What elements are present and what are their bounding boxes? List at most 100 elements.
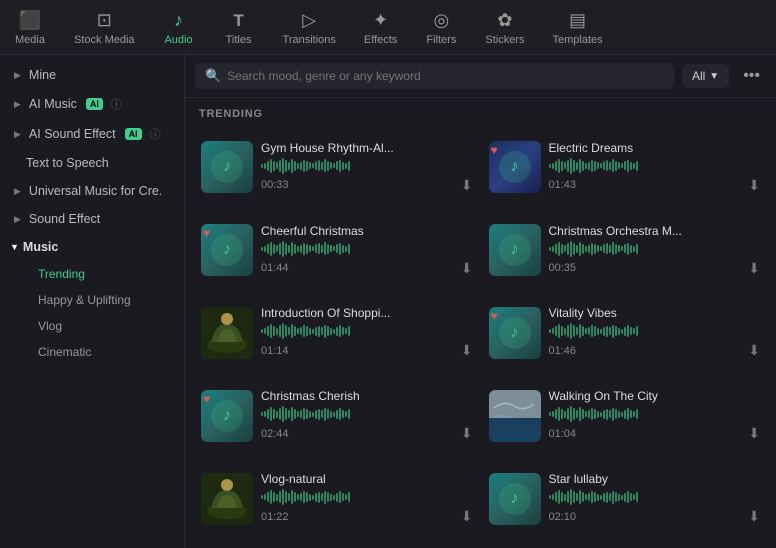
track-thumbnail [489, 390, 541, 442]
nav-templates-label: Templates [552, 34, 602, 46]
download-icon[interactable]: ⬇ [748, 508, 760, 525]
sidebar-subitem-vlog[interactable]: Vlog [0, 313, 184, 339]
sidebar-subitem-cinematic[interactable]: Cinematic [0, 339, 184, 365]
transitions-icon: ▷ [302, 10, 316, 31]
nav-audio[interactable]: ♪ Audio [149, 6, 209, 50]
nav-titles[interactable]: T Titles [209, 7, 269, 50]
nav-titles-label: Titles [226, 34, 252, 46]
heart-badge: ♥ [203, 392, 210, 406]
track-meta: 01:22 ⬇ [261, 508, 473, 525]
search-input-wrap[interactable]: 🔍 [195, 63, 674, 89]
nav-templates[interactable]: ▤ Templates [538, 6, 616, 50]
track-meta: 01:46 ⬇ [549, 342, 761, 359]
waveform [261, 323, 473, 339]
track-card[interactable]: Introduction Of Shoppi... 01:14 ⬇ [193, 292, 481, 375]
main-area: ▶ Mine ▶ AI Music AI ⓘ ▶ AI Sound Effect… [0, 55, 776, 548]
nav-audio-label: Audio [164, 34, 192, 46]
search-input[interactable] [227, 69, 664, 83]
music-note-icon: ♪ [211, 234, 243, 266]
sidebar-item-sound-effect[interactable]: ▶ Sound Effect [0, 205, 184, 233]
download-icon[interactable]: ⬇ [461, 508, 473, 525]
track-duration: 01:44 [261, 262, 289, 274]
track-thumbnail: ♪ ♥ [489, 141, 541, 193]
track-info: Christmas Orchestra M... 00:35 ⬇ [549, 224, 761, 277]
sound-effect-chevron: ▶ [14, 214, 21, 225]
sidebar-ai-sound-label: AI Sound Effect [29, 127, 116, 141]
search-bar: 🔍 All ▼ ••• [185, 55, 776, 98]
nav-media[interactable]: ⬛ Media [0, 6, 60, 50]
nav-transitions[interactable]: ▷ Transitions [269, 6, 350, 50]
track-duration: 01:43 [549, 179, 577, 191]
sidebar-item-mine[interactable]: ▶ Mine [0, 61, 184, 89]
track-card[interactable]: ♪ Star lullaby 02:10 ⬇ [481, 457, 769, 540]
sidebar-subitem-trending[interactable]: Trending [0, 261, 184, 287]
track-info: Cheerful Christmas 01:44 ⬇ [261, 224, 473, 277]
ai-music-chevron: ▶ [14, 99, 21, 110]
happy-uplifting-label: Happy & Uplifting [38, 293, 131, 307]
track-info: Electric Dreams 01:43 ⬇ [549, 141, 761, 194]
waveform [549, 406, 761, 422]
more-button[interactable]: ••• [737, 63, 766, 89]
nav-stickers[interactable]: ✿ Stickers [471, 6, 538, 50]
content-area: 🔍 All ▼ ••• TRENDING ♪ Gym House Rhythm-… [185, 55, 776, 548]
track-thumbnail: ♪ [201, 141, 253, 193]
track-duration: 01:46 [549, 345, 577, 357]
track-thumbnail [201, 473, 253, 525]
universal-music-chevron: ▶ [14, 186, 21, 197]
sidebar-item-universal-music[interactable]: ▶ Universal Music for Cre. [0, 177, 184, 205]
filter-button[interactable]: All ▼ [682, 64, 729, 88]
track-duration: 01:04 [549, 428, 577, 440]
nav-effects[interactable]: ✦ Effects [350, 6, 411, 50]
track-name: Cheerful Christmas [261, 224, 473, 238]
download-icon[interactable]: ⬇ [461, 342, 473, 359]
track-info: Introduction Of Shoppi... 01:14 ⬇ [261, 306, 473, 359]
download-icon[interactable]: ⬇ [461, 425, 473, 442]
track-card[interactable]: Walking On The City 01:04 ⬇ [481, 374, 769, 457]
heart-badge: ♥ [491, 309, 498, 323]
nav-stock-label: Stock Media [74, 34, 135, 46]
track-info: Vitality Vibes 01:46 ⬇ [549, 306, 761, 359]
track-name: Christmas Cherish [261, 389, 473, 403]
track-name: Christmas Orchestra M... [549, 224, 761, 238]
download-icon[interactable]: ⬇ [461, 260, 473, 277]
track-meta: 02:10 ⬇ [549, 508, 761, 525]
sidebar-mine-label: Mine [29, 68, 56, 82]
ai-music-info-icon: ⓘ [111, 96, 122, 112]
download-icon[interactable]: ⬇ [748, 260, 760, 277]
stock-media-icon: ⊡ [97, 10, 112, 31]
sidebar-section-music[interactable]: ▼ Music [0, 233, 184, 261]
track-card[interactable]: ♪ ♥ Christmas Cherish 02:44 ⬇ [193, 374, 481, 457]
waveform [549, 323, 761, 339]
track-thumbnail: ♪ ♥ [201, 224, 253, 276]
sidebar-item-text-to-speech[interactable]: Text to Speech [0, 149, 184, 177]
download-icon[interactable]: ⬇ [461, 177, 473, 194]
sidebar-music-label: Music [23, 240, 58, 254]
sidebar-universal-label: Universal Music for Cre. [29, 184, 162, 198]
tracks-grid: ♪ Gym House Rhythm-Al... 00:33 ⬇ ♪ ♥ Ele… [185, 126, 776, 548]
track-card[interactable]: ♪ Christmas Orchestra M... 00:35 ⬇ [481, 209, 769, 292]
track-card[interactable]: ♪ ♥ Vitality Vibes 01:46 ⬇ [481, 292, 769, 375]
track-duration: 02:10 [549, 511, 577, 523]
waveform [549, 158, 761, 174]
sidebar-item-ai-sound-effect[interactable]: ▶ AI Sound Effect AI ⓘ [0, 119, 184, 149]
trending-label: TRENDING [199, 108, 263, 120]
track-meta: 00:35 ⬇ [549, 260, 761, 277]
sidebar-subitem-happy-uplifting[interactable]: Happy & Uplifting [0, 287, 184, 313]
waveform [261, 489, 473, 505]
track-card[interactable]: ♪ Gym House Rhythm-Al... 00:33 ⬇ [193, 126, 481, 209]
track-card[interactable]: ♪ ♥ Electric Dreams 01:43 ⬇ [481, 126, 769, 209]
nav-filters[interactable]: ◎ Filters [411, 6, 471, 50]
filter-label: All [692, 69, 705, 83]
download-icon[interactable]: ⬇ [748, 342, 760, 359]
sidebar-sound-effect-label: Sound Effect [29, 212, 100, 226]
track-meta: 01:44 ⬇ [261, 260, 473, 277]
download-icon[interactable]: ⬇ [748, 425, 760, 442]
music-chevron: ▼ [10, 242, 19, 252]
download-icon[interactable]: ⬇ [748, 177, 760, 194]
nav-transitions-label: Transitions [283, 34, 336, 46]
nav-stock-media[interactable]: ⊡ Stock Media [60, 6, 149, 50]
track-card[interactable]: ♪ ♥ Cheerful Christmas 01:44 ⬇ [193, 209, 481, 292]
track-card[interactable]: Vlog-natural 01:22 ⬇ [193, 457, 481, 540]
sidebar-item-ai-music[interactable]: ▶ AI Music AI ⓘ [0, 89, 184, 119]
track-duration: 00:35 [549, 262, 577, 274]
